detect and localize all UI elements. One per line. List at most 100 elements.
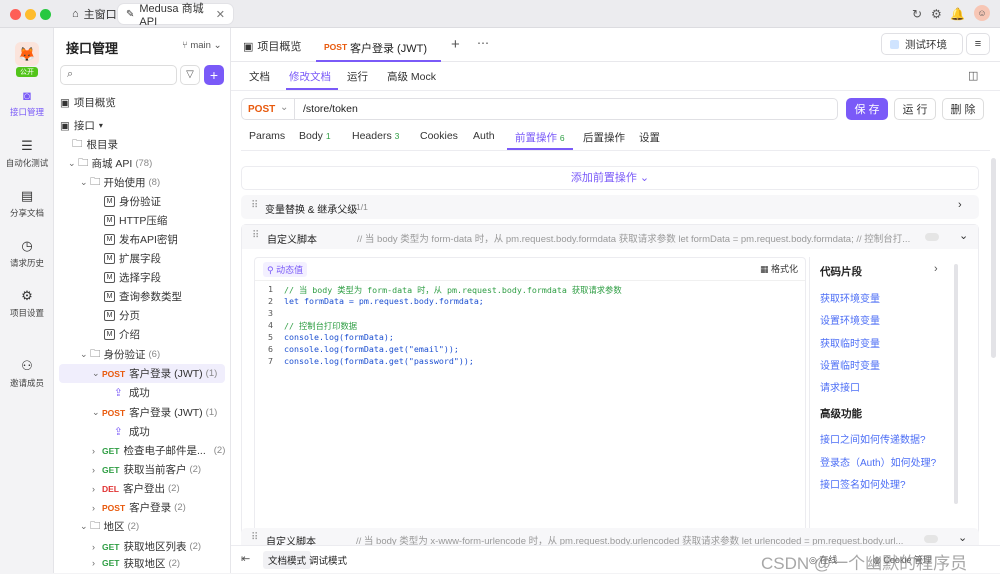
- mode-tab-mock[interactable]: 高级 Mock: [387, 69, 436, 84]
- code-line: 7 console.log(formData.get("password"));: [268, 356, 474, 366]
- chevron-down-icon: ⌄: [92, 368, 100, 378]
- snippet-link[interactable]: 设置临时变量: [820, 357, 880, 372]
- tab-active-endpoint[interactable]: POST 客户登录 (JWT): [316, 34, 441, 62]
- rail-settings[interactable]: ⚙ 项目设置: [0, 288, 54, 319]
- panel-toggle-icon[interactable]: ◫: [968, 69, 978, 82]
- tree-label: 商城 API: [91, 158, 133, 170]
- public-badge: 公开: [16, 67, 38, 77]
- search-input[interactable]: ⌕: [60, 65, 177, 85]
- method-badge: POST: [102, 502, 126, 513]
- code-editor[interactable]: ⚲ 动态值 ▦ 格式化 1// 当 body 类型为 form-data 时，从…: [254, 257, 806, 537]
- enable-toggle[interactable]: [924, 535, 938, 543]
- doc-mode-button[interactable]: 文档模式: [263, 551, 312, 569]
- method-badge: GET: [102, 445, 120, 456]
- sidebar-item-overview[interactable]: ▣ 项目概览: [60, 93, 237, 112]
- window-tab-label: Medusa 商城 API: [139, 3, 204, 28]
- gear-icon[interactable]: ⚙: [931, 7, 942, 21]
- rail-share-docs[interactable]: ▤ 分享文档: [0, 188, 54, 219]
- req-tab-auth[interactable]: Auth: [473, 130, 495, 142]
- tree-count: (2): [168, 483, 180, 494]
- save-button[interactable]: 保 存: [846, 98, 888, 120]
- bell-icon[interactable]: 🔔: [950, 7, 965, 21]
- format-icon: ▦: [760, 264, 769, 274]
- refresh-icon[interactable]: ↻: [912, 7, 922, 21]
- req-tab-post-ops[interactable]: 后置操作: [583, 130, 625, 145]
- chevron-down-icon[interactable]: ⌄: [958, 531, 967, 544]
- req-tab-params[interactable]: Params: [249, 130, 285, 142]
- code-line: 2 let formData = pm.request.body.formdata…: [268, 296, 484, 306]
- help-link[interactable]: 接口之间如何传递数据?: [820, 431, 926, 446]
- tab-label: Cookies: [420, 130, 458, 142]
- req-tab-pre-ops[interactable]: 前置操作 6: [515, 130, 565, 145]
- pre-op-var-replace[interactable]: ⠿ 变量替换 & 继承父级 1/1 ›: [241, 195, 979, 219]
- user-avatar[interactable]: ☺: [974, 5, 990, 21]
- req-tab-body[interactable]: Body 1: [299, 130, 331, 142]
- drag-handle-icon[interactable]: ⠿: [251, 532, 258, 543]
- sidebar-item-root[interactable]: 🗀 根目录: [72, 135, 249, 154]
- run-button[interactable]: 运 行: [894, 98, 936, 120]
- enable-toggle[interactable]: [925, 233, 939, 241]
- rail-label: 项目设置: [9, 308, 44, 318]
- rail-history[interactable]: ◷ 请求历史: [0, 238, 54, 269]
- add-button[interactable]: +: [204, 65, 224, 85]
- rail-auto-test[interactable]: ☰ 自动化测试: [0, 138, 54, 169]
- main-panel: ▣ 项目概览 POST 客户登录 (JWT) + ⋯ 测试环境 ≡ 文档 修改文档…: [231, 28, 1000, 573]
- add-pre-op-button[interactable]: 添加前置操作 ⌄: [241, 166, 979, 190]
- environment-selector[interactable]: 测试环境: [881, 33, 963, 55]
- mode-tab-docs[interactable]: 文档: [249, 69, 270, 84]
- window-tab-project[interactable]: ✎ Medusa 商城 API ✕: [118, 3, 233, 28]
- snippet-link[interactable]: 请求接口: [820, 379, 860, 394]
- tree-count: (1): [205, 407, 218, 418]
- close-window-button[interactable]: [10, 9, 21, 20]
- chevron-down-icon[interactable]: ⌄: [959, 229, 968, 242]
- chevron-right-icon[interactable]: ›: [934, 263, 938, 275]
- rail-invite[interactable]: ⚇ 邀请成员: [0, 358, 54, 389]
- tree-label: 身份验证: [103, 349, 146, 361]
- window-tab-home[interactable]: ⌂ 主窗口: [64, 4, 125, 24]
- help-link[interactable]: 接口签名如何处理?: [820, 476, 906, 491]
- tree-endpoint-selected[interactable]: ⌄ POST 客户登录 (JWT) (1): [59, 364, 225, 383]
- custom-script-header[interactable]: ⠿ 自定义脚本 // 当 body 类型为 form-data 时，从 pm.r…: [242, 225, 978, 249]
- markdown-icon: M: [104, 291, 115, 302]
- mode-tab-run[interactable]: 运行: [347, 69, 368, 84]
- caret-down-icon: ▾: [98, 121, 103, 130]
- rail-api-management[interactable]: ◙ 接口管理: [0, 88, 54, 118]
- snippet-link[interactable]: 设置环境变量: [820, 312, 880, 327]
- format-button[interactable]: ▦ 格式化: [760, 262, 798, 275]
- scrollbar[interactable]: [954, 264, 958, 504]
- chevron-right-icon[interactable]: ›: [958, 199, 962, 211]
- drag-handle-icon[interactable]: ⠿: [251, 200, 258, 211]
- sidebar-title: 接口管理: [66, 41, 119, 56]
- minimize-window-button[interactable]: [25, 9, 36, 20]
- drag-handle-icon[interactable]: ⠿: [252, 230, 259, 241]
- new-tab-button[interactable]: +: [451, 36, 460, 53]
- debug-mode-button[interactable]: 调试模式: [309, 553, 347, 567]
- delete-button[interactable]: 删 除: [942, 98, 984, 120]
- req-tab-cookies[interactable]: Cookies: [420, 130, 458, 142]
- filter-button[interactable]: ▽: [180, 65, 200, 85]
- branch-selector[interactable]: ⑂ main ⌄: [182, 40, 222, 51]
- dynamic-value-button[interactable]: ⚲ 动态值: [263, 262, 308, 277]
- snippet-link[interactable]: 获取临时变量: [820, 335, 880, 350]
- tree-folder-shop-api[interactable]: ⌄ 🗀 商城 API (78): [68, 154, 245, 173]
- menu-button[interactable]: ≡: [966, 33, 990, 55]
- maximize-window-button[interactable]: [40, 9, 51, 20]
- tab-label: Headers: [352, 130, 392, 142]
- help-link[interactable]: 登录态（Auth）如何处理?: [820, 454, 936, 469]
- more-icon[interactable]: ⋯: [477, 36, 489, 50]
- method-selector[interactable]: POST: [248, 104, 275, 115]
- snippet-link[interactable]: 获取环境变量: [820, 290, 880, 305]
- project-avatar[interactable]: 🦊 公开: [0, 42, 54, 77]
- tree-label: 扩展字段: [119, 253, 161, 265]
- req-tab-headers[interactable]: Headers 3: [352, 130, 399, 142]
- close-tab-icon[interactable]: ✕: [216, 8, 225, 21]
- url-input[interactable]: /store/token: [303, 103, 358, 115]
- mode-tab-edit[interactable]: 修改文档: [289, 69, 331, 84]
- main-scrollbar[interactable]: [991, 158, 996, 358]
- req-tab-settings[interactable]: 设置: [639, 130, 660, 145]
- overview-icon: ▣: [243, 40, 254, 53]
- tree-label: 成功: [128, 426, 150, 438]
- collapse-sidebar-icon[interactable]: ⇤: [241, 552, 250, 565]
- tab-overview[interactable]: ▣ 项目概览: [243, 34, 301, 58]
- sidebar-item-apis[interactable]: ▣ 接口 ▾: [60, 116, 237, 135]
